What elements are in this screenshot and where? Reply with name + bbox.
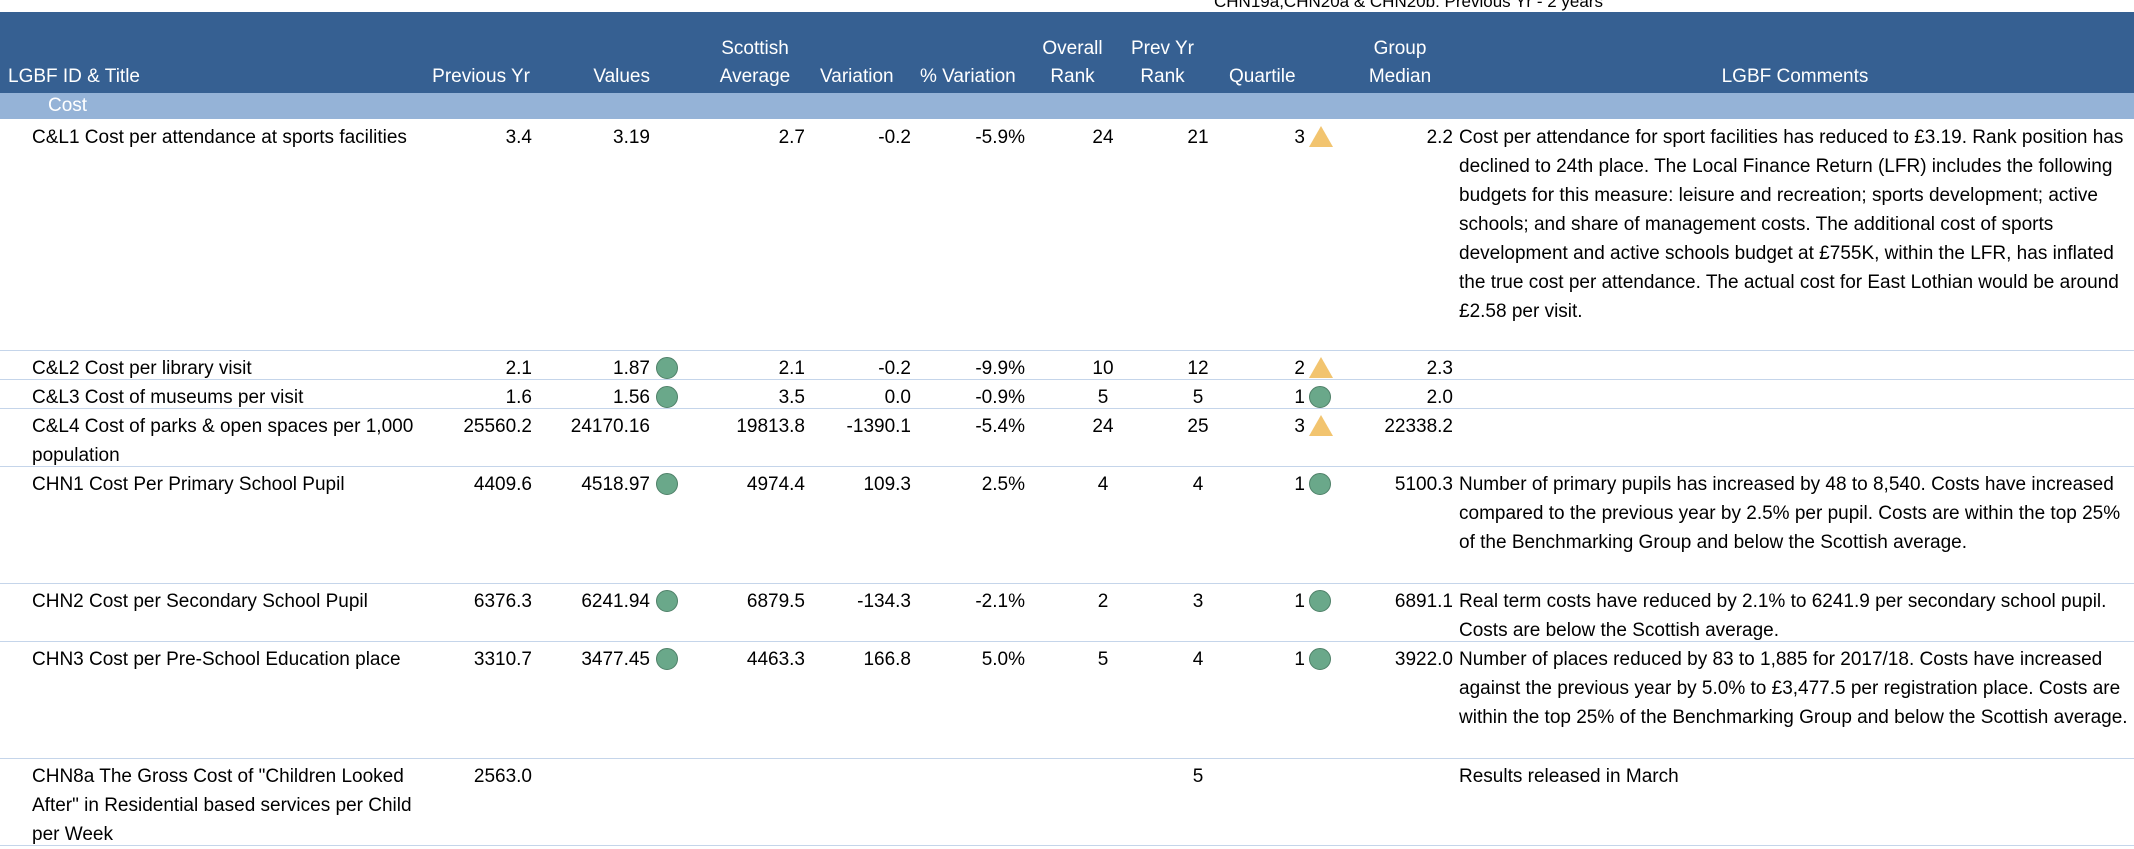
amber-triangle-icon bbox=[1309, 357, 1333, 378]
scottish-average-value: 4974.4 bbox=[746, 474, 805, 495]
variation-value: 109.3 bbox=[863, 474, 911, 495]
pct-variation-value: 2.5% bbox=[981, 474, 1025, 495]
lgbf-comment: Number of primary pupils has increased b… bbox=[1459, 474, 2121, 553]
group-median-value: 2.2 bbox=[1426, 127, 1453, 148]
green-circle-icon bbox=[1309, 473, 1331, 495]
value: 24170.16 bbox=[570, 416, 650, 437]
green-circle-icon bbox=[656, 590, 678, 612]
table-row: C&L1 Cost per attendance at sports facil… bbox=[0, 119, 2134, 351]
row-title: CHN1 Cost Per Primary School Pupil bbox=[32, 474, 345, 495]
table-row: C&L4 Cost of parks & open spaces per 1,0… bbox=[0, 408, 2134, 467]
scottish-average-value: 2.7 bbox=[778, 127, 805, 148]
header-scottish-1: Scottish bbox=[721, 38, 789, 59]
table-row: C&L3 Cost of museums per visit 1.6 1.56 3.5… bbox=[0, 379, 2134, 409]
quartile-value: 3 bbox=[1294, 127, 1305, 148]
prev-yr-rank-value: 4 bbox=[1192, 474, 1204, 495]
pct-variation-value: -2.1% bbox=[975, 591, 1025, 612]
header-prevrank-2: Rank bbox=[1140, 66, 1185, 87]
green-circle-icon bbox=[1309, 386, 1331, 408]
table-row: C&L2 Cost per library visit 2.1 1.87 2.1 -0.… bbox=[0, 350, 2134, 380]
prev-yr-rank-value: 4 bbox=[1192, 649, 1204, 670]
green-circle-icon bbox=[656, 357, 678, 379]
table-row: CHN3 Cost per Pre-School Education place… bbox=[0, 641, 2134, 759]
green-circle-icon bbox=[656, 648, 678, 670]
header-title: LGBF ID & Title bbox=[8, 66, 140, 87]
row-title: CHN8a The Gross Cost of "Children Looked… bbox=[32, 766, 412, 845]
green-circle-icon bbox=[656, 473, 678, 495]
overall-rank-value: 4 bbox=[1097, 474, 1109, 495]
section-label: Cost bbox=[48, 95, 88, 116]
header-median-2: Median bbox=[1368, 66, 1432, 87]
previous-yr-value: 3.4 bbox=[505, 127, 532, 148]
header-quartile: Quartile bbox=[1229, 66, 1296, 87]
value: 6241.94 bbox=[581, 591, 650, 612]
variation-value: 166.8 bbox=[863, 649, 911, 670]
quartile-value: 3 bbox=[1294, 416, 1305, 437]
green-circle-icon bbox=[1309, 648, 1331, 670]
previous-yr-value: 4409.6 bbox=[473, 474, 532, 495]
amber-triangle-icon bbox=[1309, 415, 1333, 436]
quartile-value: 1 bbox=[1294, 649, 1305, 670]
table-row: CHN8a The Gross Cost of "Children Looked… bbox=[0, 758, 2134, 846]
variation-value: -134.3 bbox=[857, 591, 911, 612]
header-comments: LGBF Comments bbox=[1721, 66, 1869, 87]
table-row: CHN1 Cost Per Primary School Pupil 4409.6… bbox=[0, 466, 2134, 584]
group-median-value: 5100.3 bbox=[1394, 474, 1453, 495]
header-median-1: Group bbox=[1373, 38, 1427, 59]
row-title: CHN3 Cost per Pre-School Education place bbox=[32, 649, 401, 670]
prev-yr-rank-value: 25 bbox=[1187, 416, 1209, 437]
header-values: Values bbox=[593, 66, 650, 87]
value: 3.19 bbox=[613, 127, 650, 148]
table-row: CHN2 Cost per Secondary School Pupil 6376… bbox=[0, 583, 2134, 642]
row-title: C&L4 Cost of parks & open spaces per 1,0… bbox=[32, 416, 414, 466]
green-circle-icon bbox=[1309, 590, 1331, 612]
section-cost: Cost bbox=[0, 93, 2134, 119]
pct-variation-value: 5.0% bbox=[981, 649, 1025, 670]
header-prevrank-1: Prev Yr bbox=[1130, 38, 1194, 59]
top-note: CHN19a,CHN20a & CHN20b: Previous Yr - 2 … bbox=[1214, 0, 1603, 11]
lgbf-comment: Results released in March bbox=[1459, 766, 1679, 787]
amber-triangle-icon bbox=[1309, 126, 1333, 147]
variation-value: -0.2 bbox=[878, 127, 911, 148]
quartile-value: 1 bbox=[1294, 591, 1305, 612]
overall-rank-value: 5 bbox=[1097, 649, 1109, 670]
pct-variation-value: -5.9% bbox=[975, 127, 1025, 148]
group-median-value: 3922.0 bbox=[1394, 649, 1453, 670]
value: 3477.45 bbox=[581, 649, 650, 670]
previous-yr-value: 6376.3 bbox=[473, 591, 532, 612]
prev-yr-rank-value: 21 bbox=[1187, 127, 1209, 148]
prev-yr-rank-value: 3 bbox=[1192, 591, 1204, 612]
pct-variation-value: -5.4% bbox=[975, 416, 1025, 437]
previous-yr-value: 2563.0 bbox=[473, 766, 532, 787]
lgbf-comment: Cost per attendance for sport facilities… bbox=[1459, 127, 2124, 322]
overall-rank-value: 24 bbox=[1092, 127, 1114, 148]
header-variation: Variation bbox=[820, 66, 894, 87]
variation-value: -1390.1 bbox=[846, 416, 911, 437]
scottish-average-value: 19813.8 bbox=[736, 416, 805, 437]
header-pct-variation: % Variation bbox=[920, 66, 1016, 87]
quartile-value: 1 bbox=[1294, 474, 1305, 495]
header-scottish-2: Average bbox=[719, 66, 791, 87]
previous-yr-value: 3310.7 bbox=[473, 649, 532, 670]
row-title: CHN2 Cost per Secondary School Pupil bbox=[32, 591, 368, 612]
prev-yr-rank-value: 5 bbox=[1192, 766, 1204, 787]
header-overall-2: Rank bbox=[1050, 66, 1095, 87]
overall-rank-value: 24 bbox=[1092, 416, 1114, 437]
scottish-average-value: 4463.3 bbox=[746, 649, 805, 670]
row-title: C&L1 Cost per attendance at sports facil… bbox=[32, 127, 407, 148]
group-median-value: 6891.1 bbox=[1394, 591, 1453, 612]
header-previous-yr: Previous Yr bbox=[432, 66, 530, 87]
table-header: LGBF ID & Title Previous Yr Values Scott… bbox=[0, 12, 2134, 93]
group-median-value: 22338.2 bbox=[1384, 416, 1453, 437]
overall-rank-value: 2 bbox=[1097, 591, 1109, 612]
scottish-average-value: 6879.5 bbox=[746, 591, 805, 612]
lgbf-comment: Real term costs have reduced by 2.1% to … bbox=[1459, 591, 2107, 641]
lgbf-comment: Number of places reduced by 83 to 1,885 … bbox=[1459, 649, 2128, 728]
green-circle-icon bbox=[656, 386, 678, 408]
previous-yr-value: 25560.2 bbox=[463, 416, 532, 437]
header-overall-1: Overall bbox=[1042, 38, 1103, 59]
value: 4518.97 bbox=[581, 474, 650, 495]
